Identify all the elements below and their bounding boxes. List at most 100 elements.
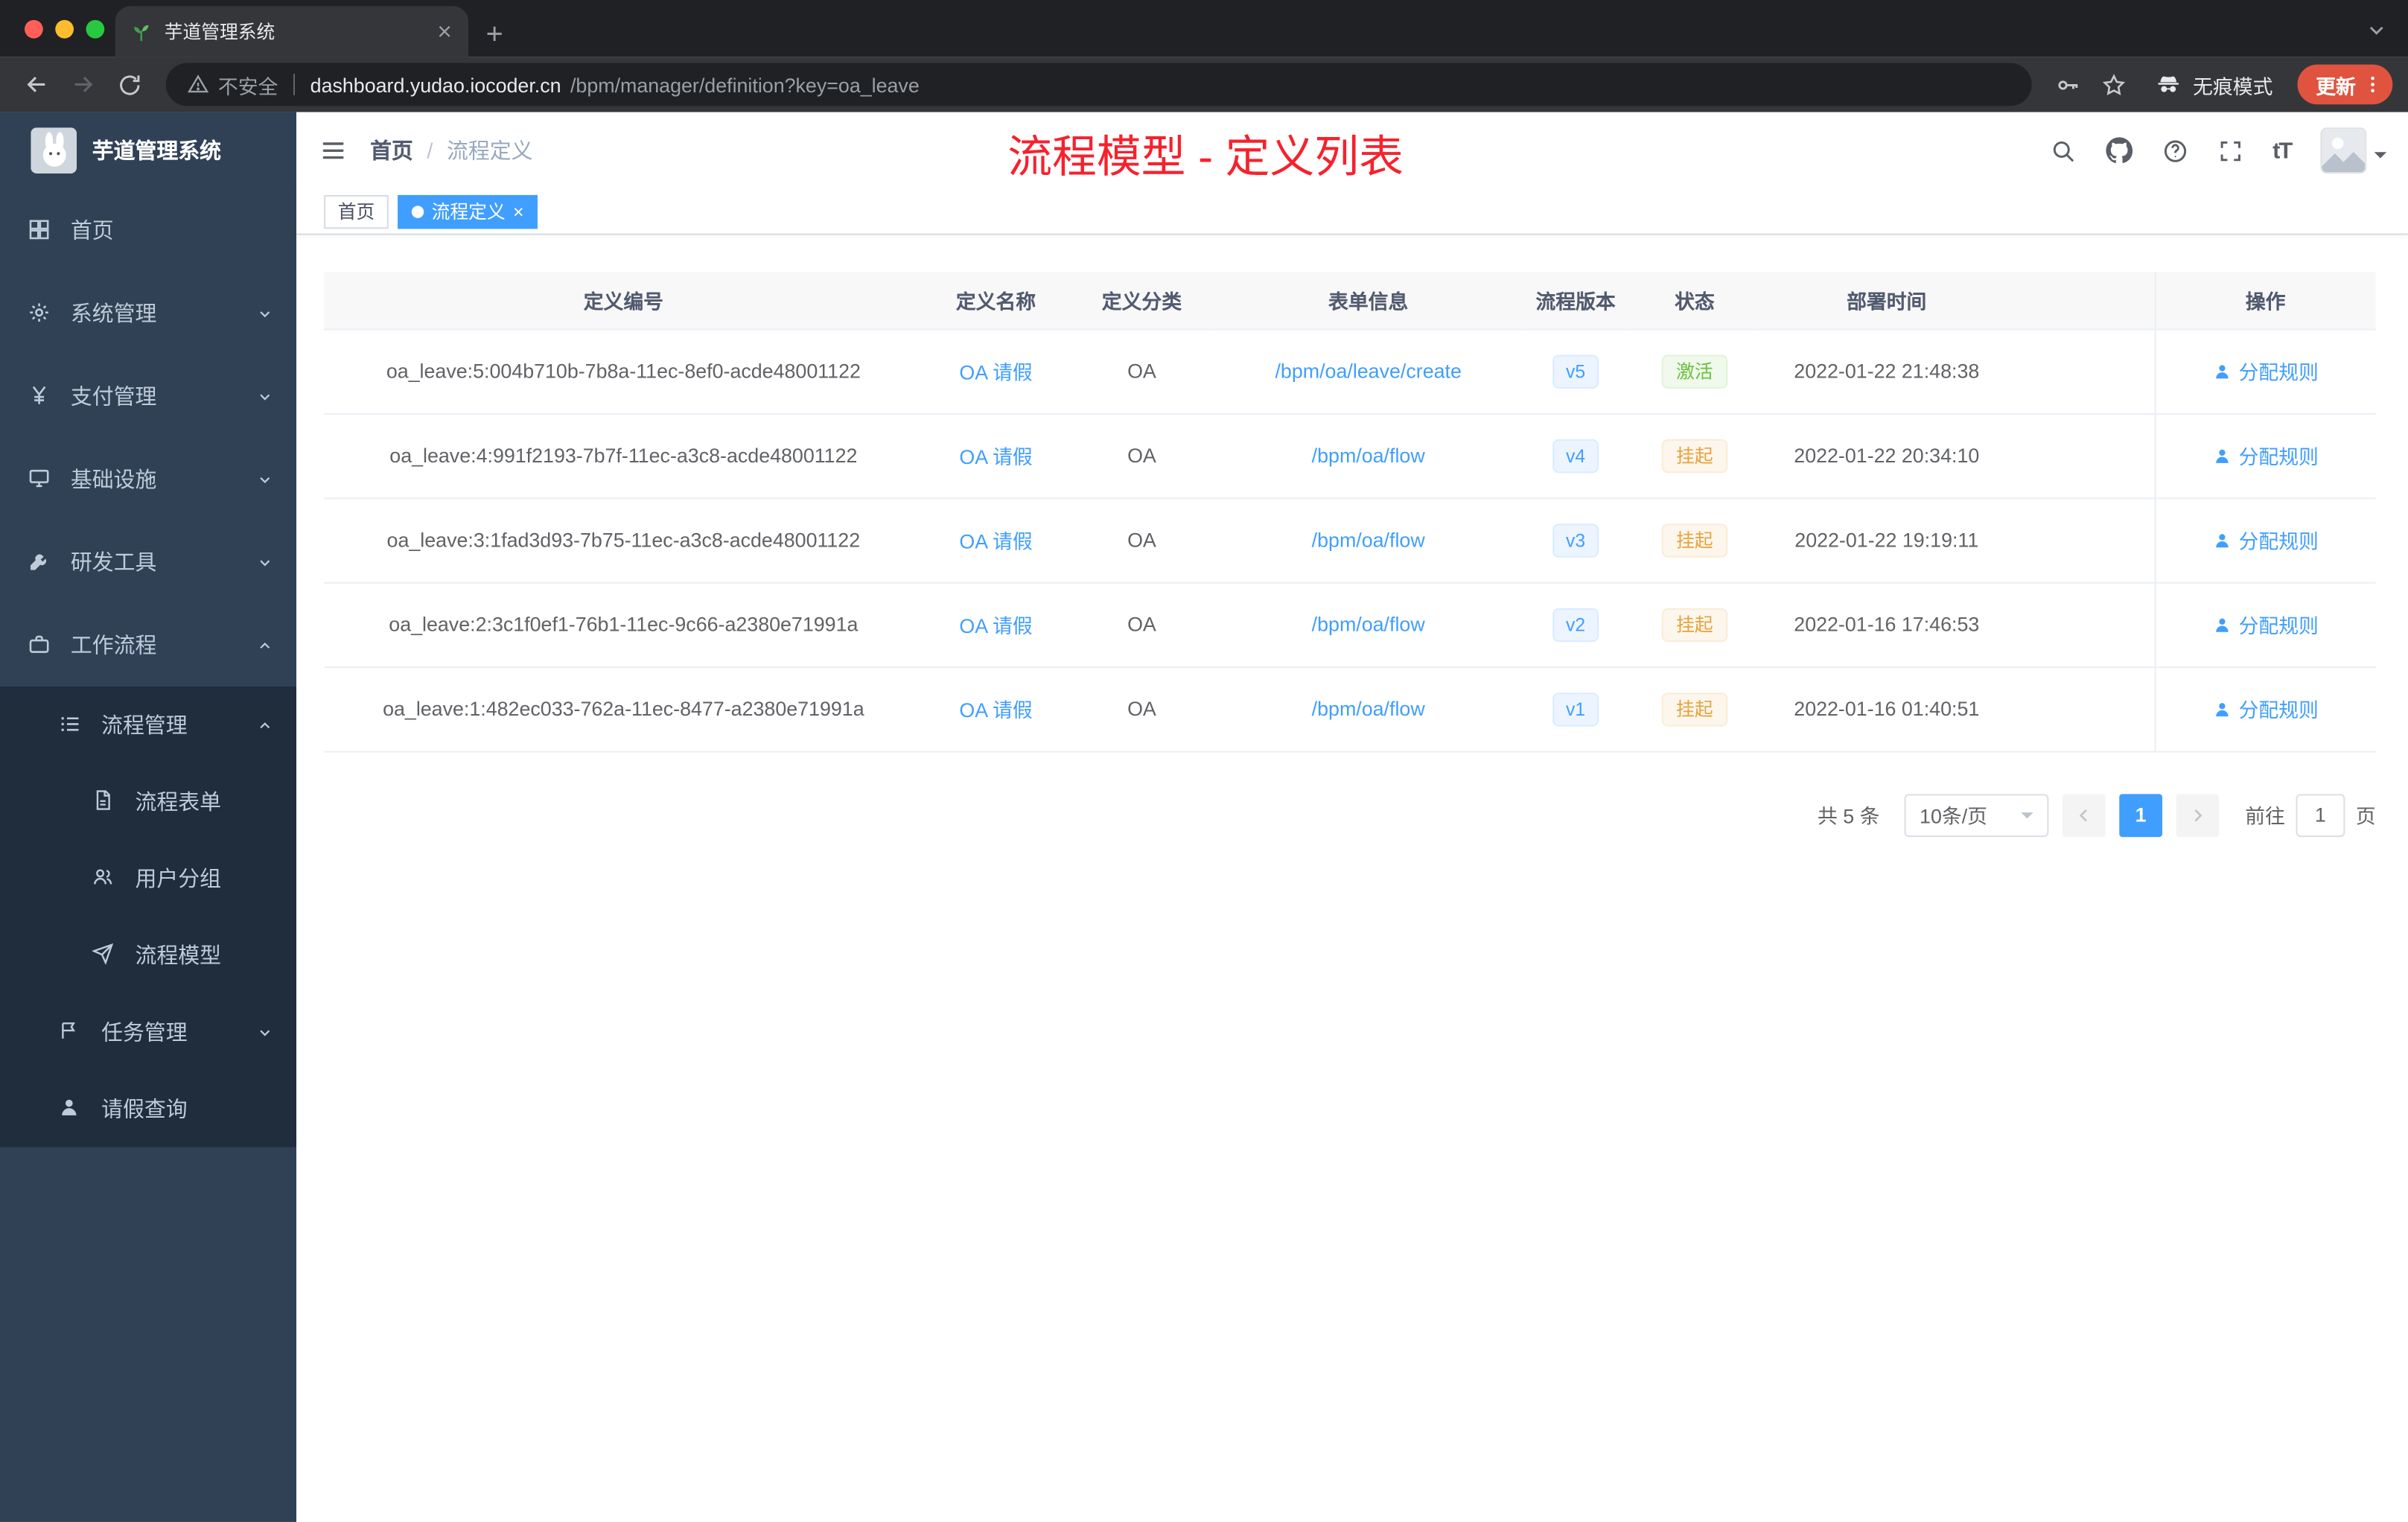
security-warning-icon bbox=[187, 74, 209, 95]
col-header-status: 状态 bbox=[1629, 272, 1760, 330]
definition-category: OA bbox=[1068, 497, 1215, 583]
prev-page-button[interactable] bbox=[2062, 793, 2106, 837]
deploy-time: 2022-01-16 01:40:51 bbox=[1759, 666, 2013, 752]
chevron-down-icon bbox=[256, 554, 273, 571]
version-tag: v3 bbox=[1552, 523, 1599, 557]
person-icon bbox=[2215, 364, 2229, 378]
person-icon bbox=[2215, 617, 2229, 631]
assign-rule-link[interactable]: 分配规则 bbox=[2213, 525, 2319, 554]
briefcase-icon bbox=[28, 633, 52, 657]
fullscreen-icon[interactable] bbox=[2217, 138, 2243, 164]
tab-search-chevron-icon[interactable] bbox=[2366, 20, 2386, 40]
sidebar-item-dev-tools[interactable]: 研发工具 bbox=[0, 520, 296, 603]
sidebar-item-system[interactable]: 系统管理 bbox=[0, 272, 296, 354]
tab-close-icon[interactable] bbox=[436, 23, 453, 40]
help-icon[interactable] bbox=[2162, 138, 2188, 164]
incognito-profile-chip[interactable]: 无痕模式 bbox=[2155, 70, 2272, 99]
document-icon bbox=[92, 789, 117, 814]
status-tag: 挂起 bbox=[1662, 692, 1727, 726]
breadcrumb: 首页 / 流程定义 bbox=[370, 136, 532, 166]
back-button[interactable] bbox=[16, 63, 59, 106]
sidebar-item-process-form[interactable]: 流程表单 bbox=[0, 763, 296, 840]
col-header-category: 定义分类 bbox=[1068, 272, 1215, 330]
address-bar[interactable]: 不安全 dashboard.yudao.iocoder.cn/bpm/manag… bbox=[165, 63, 2032, 106]
breadcrumb-home[interactable]: 首页 bbox=[370, 136, 413, 166]
omnibox-divider bbox=[293, 74, 296, 95]
github-icon[interactable] bbox=[2105, 137, 2133, 165]
total-count: 共 5 条 bbox=[1817, 804, 1880, 828]
definition-name-link[interactable]: OA 请假 bbox=[959, 530, 1032, 553]
reload-button[interactable] bbox=[107, 63, 150, 106]
definition-name-link[interactable]: OA 请假 bbox=[959, 445, 1032, 468]
update-label: 更新 bbox=[2316, 74, 2356, 98]
status-tag: 挂起 bbox=[1662, 607, 1727, 642]
page-number-button[interactable]: 1 bbox=[2119, 793, 2162, 837]
sidebar: 芋道管理系统 首页 系统管理 支付管理 基础设施 研发工具 工作流程 流程管理 … bbox=[0, 112, 297, 1522]
bookmark-star-icon[interactable] bbox=[2093, 63, 2136, 106]
next-page-button[interactable] bbox=[2176, 793, 2220, 837]
new-tab-button[interactable] bbox=[484, 23, 506, 45]
form-info-link[interactable]: /bpm/oa/flow bbox=[1312, 613, 1425, 636]
col-header-version: 流程版本 bbox=[1521, 272, 1630, 330]
chevron-up-icon bbox=[256, 637, 273, 654]
sidebar-item-task-management[interactable]: 任务管理 bbox=[0, 993, 296, 1070]
breadcrumb-separator: / bbox=[427, 138, 433, 163]
sidebar-item-user-group[interactable]: 用户分组 bbox=[0, 840, 296, 917]
page-unit-label: 页 bbox=[2355, 804, 2376, 828]
window-zoom-button[interactable] bbox=[86, 19, 105, 39]
tags-view-tab-home[interactable]: 首页 bbox=[324, 194, 389, 229]
browser-toolbar: 不安全 dashboard.yudao.iocoder.cn/bpm/manag… bbox=[0, 57, 2408, 112]
form-info-link[interactable]: /bpm/oa/flow bbox=[1312, 444, 1425, 467]
form-info-link[interactable]: /bpm/oa/flow bbox=[1312, 529, 1425, 552]
col-header-time: 部署时间 bbox=[1759, 272, 2013, 330]
version-tag: v4 bbox=[1552, 438, 1599, 473]
paper-plane-icon bbox=[92, 943, 117, 967]
definition-name-link[interactable]: OA 请假 bbox=[959, 361, 1032, 384]
table-header-row: 定义编号 定义名称 定义分类 表单信息 流程版本 状态 部署时间 操作 bbox=[324, 272, 2376, 330]
sidebar-item-leave-query[interactable]: 请假查询 bbox=[0, 1071, 296, 1147]
browser-menu-kebab-icon[interactable] bbox=[2360, 72, 2385, 97]
hamburger-icon[interactable] bbox=[319, 137, 347, 165]
window-close-button[interactable] bbox=[25, 19, 43, 39]
font-size-icon[interactable]: tT bbox=[2272, 138, 2293, 164]
definition-category: OA bbox=[1068, 666, 1215, 752]
forward-button[interactable] bbox=[62, 63, 105, 106]
sidebar-item-infrastructure[interactable]: 基础设施 bbox=[0, 438, 296, 520]
tab-close-icon[interactable]: × bbox=[513, 202, 523, 220]
user-menu[interactable] bbox=[2320, 127, 2387, 174]
filler-cell bbox=[2013, 582, 2155, 668]
col-header-filler bbox=[2013, 272, 2155, 330]
col-header-id: 定义编号 bbox=[324, 272, 923, 330]
dashboard-icon bbox=[28, 218, 52, 243]
window-minimize-button[interactable] bbox=[55, 19, 74, 39]
goto-page-input[interactable] bbox=[2296, 793, 2345, 837]
sidebar-logo[interactable]: 芋道管理系统 bbox=[0, 112, 296, 189]
list-icon bbox=[58, 713, 83, 737]
sidebar-item-payment[interactable]: 支付管理 bbox=[0, 354, 296, 437]
definition-name-link[interactable]: OA 请假 bbox=[959, 614, 1032, 637]
password-key-icon[interactable] bbox=[2047, 63, 2090, 106]
form-info-link[interactable]: /bpm/oa/flow bbox=[1312, 697, 1425, 720]
incognito-icon bbox=[2155, 71, 2182, 98]
assign-rule-link[interactable]: 分配规则 bbox=[2213, 357, 2319, 386]
sidebar-item-process-management[interactable]: 流程管理 bbox=[0, 687, 296, 763]
definition-name-link[interactable]: OA 请假 bbox=[959, 698, 1032, 722]
form-info-link[interactable]: /bpm/oa/leave/create bbox=[1275, 360, 1461, 383]
filler-cell bbox=[2013, 328, 2155, 414]
chevron-up-icon bbox=[256, 716, 273, 733]
browser-tab[interactable]: 芋道管理系统 bbox=[115, 6, 469, 57]
assign-rule-link[interactable]: 分配规则 bbox=[2213, 694, 2319, 723]
update-button[interactable]: 更新 bbox=[2297, 64, 2393, 105]
tags-view-tab-current[interactable]: 流程定义 × bbox=[398, 194, 538, 229]
url-path: /bpm/manager/definition?key=oa_leave bbox=[570, 72, 920, 96]
sidebar-item-workflow[interactable]: 工作流程 bbox=[0, 604, 296, 687]
assign-rule-link[interactable]: 分配规则 bbox=[2213, 610, 2319, 639]
search-icon[interactable] bbox=[2050, 138, 2076, 164]
caret-down-icon bbox=[2374, 152, 2387, 165]
sidebar-item-process-model[interactable]: 流程模型 bbox=[0, 917, 296, 993]
wrench-icon bbox=[28, 550, 52, 574]
assign-rule-link[interactable]: 分配规则 bbox=[2213, 441, 2319, 470]
sidebar-item-home[interactable]: 首页 bbox=[0, 189, 296, 272]
page-content: 定义编号 定义名称 定义分类 表单信息 流程版本 状态 部署时间 操作 oa_l… bbox=[296, 235, 2408, 1522]
page-size-select[interactable]: 10条/页 bbox=[1904, 793, 2049, 837]
